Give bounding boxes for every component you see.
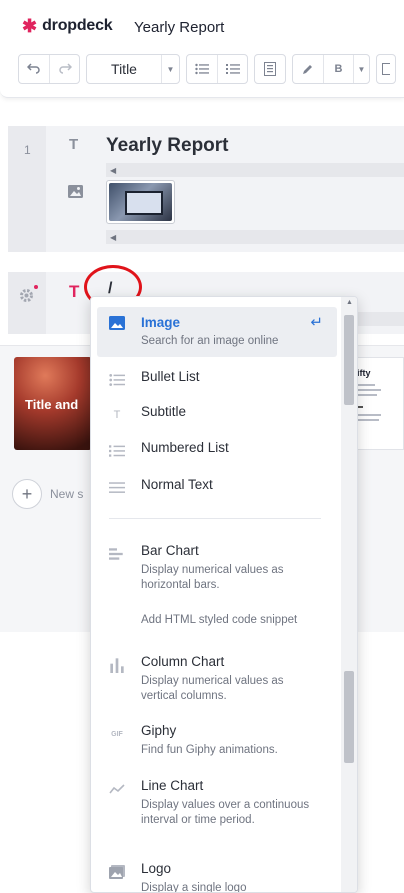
slide-heading[interactable]: Yearly Report (106, 135, 229, 157)
format-group: B ▼ (292, 54, 370, 84)
menu-item-html-snippet[interactable]: Add HTML styled code snippet (97, 613, 337, 649)
app-header: ✱ dropdeck Yearly Report Title ▼ B ▼ (0, 0, 404, 98)
menu-item-title: Normal Text (141, 477, 213, 492)
scrollbar-thumb[interactable] (344, 671, 354, 763)
status-dot (34, 285, 38, 289)
undo-icon (27, 63, 40, 74)
image-block-icon (68, 185, 83, 198)
layout-button[interactable] (255, 55, 285, 83)
menu-item-title: Bullet List (141, 369, 200, 384)
numbered-list-icon (225, 64, 240, 74)
menu-item-description: Display numerical values as horizontal b… (141, 564, 284, 591)
image-icon (109, 316, 125, 330)
menu-item-image[interactable]: Image Search for an image online ↵ (97, 307, 337, 357)
new-slide-label: New s (50, 487, 84, 501)
text-icon: T (113, 409, 121, 421)
menu-item-description: Display a single logo (141, 882, 247, 893)
logo-icon (109, 865, 125, 879)
pen-icon (303, 65, 312, 74)
highlight-button[interactable] (293, 55, 323, 83)
menu-item-description: Find fun Giphy animations. (141, 744, 278, 756)
format-more-button[interactable]: ▼ (353, 55, 369, 83)
gear-icon (20, 289, 33, 302)
menu-item-column-chart[interactable]: Column Chart Display numerical values as… (97, 654, 337, 702)
menu-item-bullet-list[interactable]: Bullet List (97, 369, 337, 393)
bullet-list-icon (195, 63, 209, 75)
bold-button[interactable]: B (323, 55, 353, 83)
numbered-list-button[interactable] (217, 55, 247, 83)
brand-logo[interactable]: ✱ dropdeck (22, 16, 113, 36)
editor-toolbar: Title ▼ B ▼ (18, 54, 396, 84)
dropdeck-logo-icon: ✱ (22, 16, 38, 36)
slide-thumbnail-1[interactable]: Title and (14, 357, 92, 450)
menu-item-description: Display values over a continuous interva… (141, 799, 310, 826)
column-chart-icon (110, 658, 124, 673)
menu-item-normal-text[interactable]: Normal Text (97, 477, 337, 501)
scroll-up-icon: ▲ (346, 299, 353, 306)
overflow-group (376, 54, 396, 84)
brand-name: dropdeck (42, 17, 113, 34)
new-slide-button[interactable]: + New s (12, 479, 83, 509)
enter-key-icon: ↵ (310, 314, 323, 331)
horizontal-scrollbar[interactable]: ◀ (106, 230, 404, 244)
more-tools-button[interactable] (377, 55, 395, 83)
bullet-list-button[interactable] (187, 55, 217, 83)
menu-item-description: Add HTML styled code snippet (141, 614, 298, 626)
list-group (186, 54, 248, 84)
undo-button[interactable] (19, 55, 49, 83)
layout-icon (264, 62, 276, 76)
menu-item-title: Giphy (141, 723, 177, 738)
menu-item-bar-chart[interactable]: Bar Chart Display numerical values as ho… (97, 543, 337, 591)
paragraph-icon (109, 482, 125, 493)
menu-item-title: Logo (141, 861, 172, 876)
menu-item-line-chart[interactable]: Line Chart Display values over a continu… (97, 778, 337, 838)
laptop-image (109, 183, 172, 221)
layout-group (254, 54, 286, 84)
block-style-value: Title (111, 61, 137, 77)
menu-item-title: Subtitle (141, 404, 187, 419)
menu-item-title: Line Chart (141, 778, 204, 793)
menu-item-title: Bar Chart (141, 543, 199, 558)
gif-icon: GIF (111, 730, 123, 738)
menu-item-logo[interactable]: Logo Display a single logo (97, 861, 337, 893)
menu-item-giphy[interactable]: GIF Giphy Find fun Giphy animations. (97, 723, 337, 759)
history-group (18, 54, 80, 84)
menu-item-subtitle[interactable]: T Subtitle (97, 404, 337, 428)
menu-divider (109, 518, 321, 519)
bar-chart-icon (109, 548, 123, 560)
numbered-list-icon (109, 445, 125, 457)
scrollbar-thumb[interactable] (344, 315, 354, 405)
line-chart-icon (109, 784, 125, 794)
slide-thumbnail-title: Title and (25, 397, 79, 412)
slide-number: 1 (24, 143, 31, 157)
slash-command-menu: ▲ Image Search for an image online ↵ Bul… (90, 296, 358, 893)
chevron-down-icon: ▼ (357, 64, 366, 74)
horizontal-scrollbar[interactable] (358, 312, 404, 326)
scroll-left-icon: ◀ (110, 166, 117, 175)
block-style-select[interactable]: Title ▼ (86, 54, 180, 84)
text-block-icon: T (69, 136, 79, 153)
plus-icon: + (12, 479, 42, 509)
redo-icon (58, 63, 72, 74)
menu-scrollbar[interactable]: ▲ (341, 297, 357, 892)
horizontal-scrollbar[interactable]: ◀ (106, 163, 404, 177)
slide-gutter-settings[interactable] (8, 272, 46, 334)
menu-item-title: Column Chart (141, 654, 225, 669)
document-title[interactable]: Yearly Report (134, 19, 224, 36)
menu-item-description: Search for an image online (141, 335, 279, 347)
slide-gutter[interactable]: 1 (8, 126, 46, 252)
bullet-list-icon (109, 374, 125, 386)
text-block-icon: T (69, 282, 80, 301)
scroll-left-icon: ◀ (110, 233, 117, 242)
menu-item-numbered-list[interactable]: Numbered List (97, 440, 337, 464)
menu-item-title: Numbered List (141, 440, 229, 455)
panel-icon (382, 63, 390, 75)
image-thumbnail[interactable] (106, 180, 175, 224)
redo-button[interactable] (49, 55, 79, 83)
menu-item-description: Display numerical values as vertical col… (141, 675, 284, 702)
menu-item-title: Image (141, 315, 181, 330)
chevron-down-icon: ▼ (161, 55, 179, 83)
